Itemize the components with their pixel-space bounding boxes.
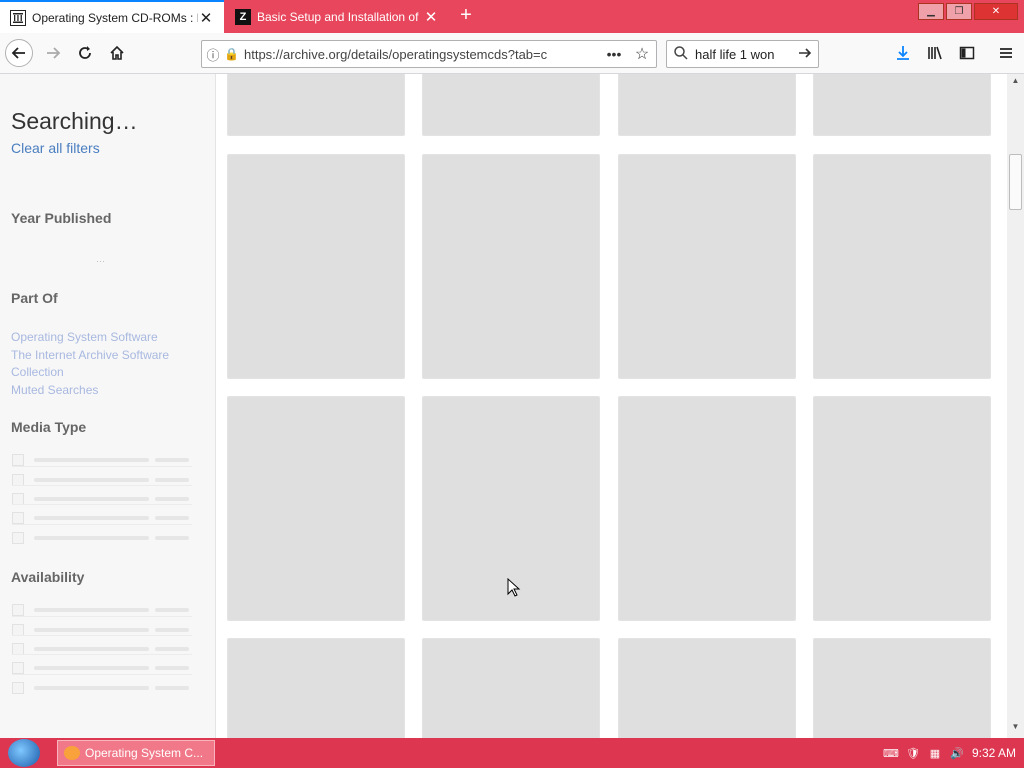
checkbox-placeholder xyxy=(12,532,24,544)
result-tile-placeholder[interactable] xyxy=(618,74,796,136)
availability-heading: Availability xyxy=(11,569,85,585)
hamburger-menu-icon xyxy=(1000,48,1012,58)
menu-button[interactable] xyxy=(992,39,1020,67)
close-window-button[interactable]: ✕ xyxy=(974,3,1018,20)
page-scrollbar[interactable]: ▲ ▼ xyxy=(1007,74,1024,738)
facet-placeholder-row xyxy=(12,674,192,694)
zdnet-icon: Z xyxy=(235,8,251,25)
facet-placeholder-row xyxy=(12,604,192,616)
checkbox-placeholder xyxy=(12,662,24,674)
search-status: Searching… xyxy=(11,108,138,134)
forward-arrow-icon xyxy=(47,47,61,59)
navigation-toolbar: ⓘ 🔒 https://archive.org/details/operatin… xyxy=(0,33,1024,74)
bookmark-star-icon[interactable]: ☆ xyxy=(628,44,656,64)
result-tile-placeholder[interactable] xyxy=(618,154,796,379)
close-tab-icon[interactable]: ✕ xyxy=(198,9,214,27)
checkbox-placeholder xyxy=(12,682,24,694)
page-actions-icon[interactable]: ••• xyxy=(600,46,628,62)
year-published-heading: Year Published xyxy=(11,210,112,226)
library-icon xyxy=(928,46,942,60)
home-button[interactable] xyxy=(103,39,131,67)
new-tab-button[interactable]: + xyxy=(455,4,477,28)
search-box[interactable]: half life 1 won xyxy=(666,40,819,68)
start-button[interactable] xyxy=(8,739,40,767)
result-tile-placeholder[interactable] xyxy=(813,396,991,621)
result-tile-placeholder[interactable] xyxy=(227,396,405,621)
search-input[interactable]: half life 1 won xyxy=(695,47,792,62)
lock-warning-icon[interactable]: 🔒 xyxy=(224,47,240,61)
result-tile-placeholder[interactable] xyxy=(422,154,600,379)
address-bar[interactable]: ⓘ 🔒 https://archive.org/details/operatin… xyxy=(201,40,657,68)
facet-placeholder-row xyxy=(12,504,192,524)
downloads-button[interactable] xyxy=(889,39,917,67)
result-tile-placeholder[interactable] xyxy=(422,74,600,136)
mouse-cursor-icon xyxy=(507,578,521,597)
windows-taskbar: Operating System C... ⌨ 🛡 ▦ 🔊 9:32 AM xyxy=(0,738,1024,768)
checkbox-placeholder xyxy=(12,512,24,524)
sidebar-icon xyxy=(959,46,975,60)
part-of-link[interactable]: Muted Searches xyxy=(11,382,191,399)
url-text[interactable]: https://archive.org/details/operatingsys… xyxy=(240,47,600,62)
facet-placeholder-row xyxy=(12,524,192,544)
result-tile-placeholder[interactable] xyxy=(813,154,991,379)
part-of-link[interactable]: The Internet Archive Software Collection xyxy=(11,347,191,381)
tab-basic-setup[interactable]: Z Basic Setup and Installation of ✕ xyxy=(225,0,449,33)
taskbar-window-label: Operating System C... xyxy=(85,746,204,760)
checkbox-placeholder xyxy=(12,454,24,466)
result-tile-placeholder[interactable] xyxy=(227,154,405,379)
back-arrow-icon xyxy=(11,47,25,59)
scroll-down-arrow-icon[interactable]: ▼ xyxy=(1007,722,1024,736)
results-grid xyxy=(217,74,1007,738)
security-shield-icon[interactable]: 🛡 xyxy=(906,746,920,760)
download-icon xyxy=(897,46,909,60)
result-tile-placeholder[interactable] xyxy=(422,638,600,738)
media-type-heading: Media Type xyxy=(11,419,87,435)
firefox-icon xyxy=(64,746,80,760)
part-of-heading: Part Of xyxy=(11,290,58,306)
reload-icon xyxy=(79,46,91,59)
clear-filters-link[interactable]: Clear all filters xyxy=(11,140,100,156)
result-tile-placeholder[interactable] xyxy=(227,74,405,136)
tab-title: Basic Setup and Installation of xyxy=(257,9,419,24)
sidebar-toggle-button[interactable] xyxy=(953,39,981,67)
tab-title: Operating System CD-ROMs : Fr xyxy=(32,10,198,25)
year-loading-indicator: ··· xyxy=(96,256,105,266)
volume-icon[interactable]: 🔊 xyxy=(950,746,964,760)
tab-operating-system-cdroms[interactable]: Operating System CD-ROMs : Fr ✕ xyxy=(0,0,224,33)
result-tile-placeholder[interactable] xyxy=(813,638,991,738)
close-tab-icon[interactable]: ✕ xyxy=(423,8,439,26)
restore-button[interactable]: ❐ xyxy=(946,3,972,20)
taskbar-firefox-window[interactable]: Operating System C... xyxy=(57,740,215,766)
facet-placeholder-row xyxy=(12,454,192,466)
result-tile-placeholder[interactable] xyxy=(618,638,796,738)
back-button[interactable] xyxy=(5,39,33,67)
library-button[interactable] xyxy=(921,39,949,67)
clock[interactable]: 9:32 AM xyxy=(972,746,1016,760)
scroll-up-arrow-icon[interactable]: ▲ xyxy=(1007,76,1024,90)
reload-button[interactable] xyxy=(71,39,99,67)
part-of-link[interactable]: Operating System Software xyxy=(11,329,191,346)
facet-placeholder-row xyxy=(12,654,192,674)
part-of-links: Operating System Software The Internet A… xyxy=(11,329,191,399)
minimize-button[interactable]: ▁ xyxy=(918,3,944,20)
tab-strip: Operating System CD-ROMs : Fr ✕ Z Basic … xyxy=(0,0,1024,33)
forward-button[interactable] xyxy=(39,39,67,67)
checkbox-placeholder xyxy=(12,604,24,616)
keyboard-icon[interactable]: ⌨ xyxy=(883,746,899,760)
facets-sidebar: Searching… Clear all filters Year Publis… xyxy=(0,74,216,738)
search-go-icon[interactable] xyxy=(792,46,818,63)
info-icon[interactable]: ⓘ xyxy=(202,45,224,64)
result-tile-placeholder[interactable] xyxy=(813,74,991,136)
search-icon xyxy=(667,45,695,63)
result-tile-placeholder[interactable] xyxy=(618,396,796,621)
scrollbar-thumb[interactable] xyxy=(1009,154,1022,210)
network-icon[interactable]: ▦ xyxy=(928,746,942,760)
window-controls: ▁ ❐ ✕ xyxy=(918,3,1018,20)
home-icon xyxy=(110,45,124,60)
result-tile-placeholder[interactable] xyxy=(227,638,405,738)
archive-icon xyxy=(10,9,26,26)
system-tray: ⌨ 🛡 ▦ 🔊 9:32 AM xyxy=(883,738,1016,768)
